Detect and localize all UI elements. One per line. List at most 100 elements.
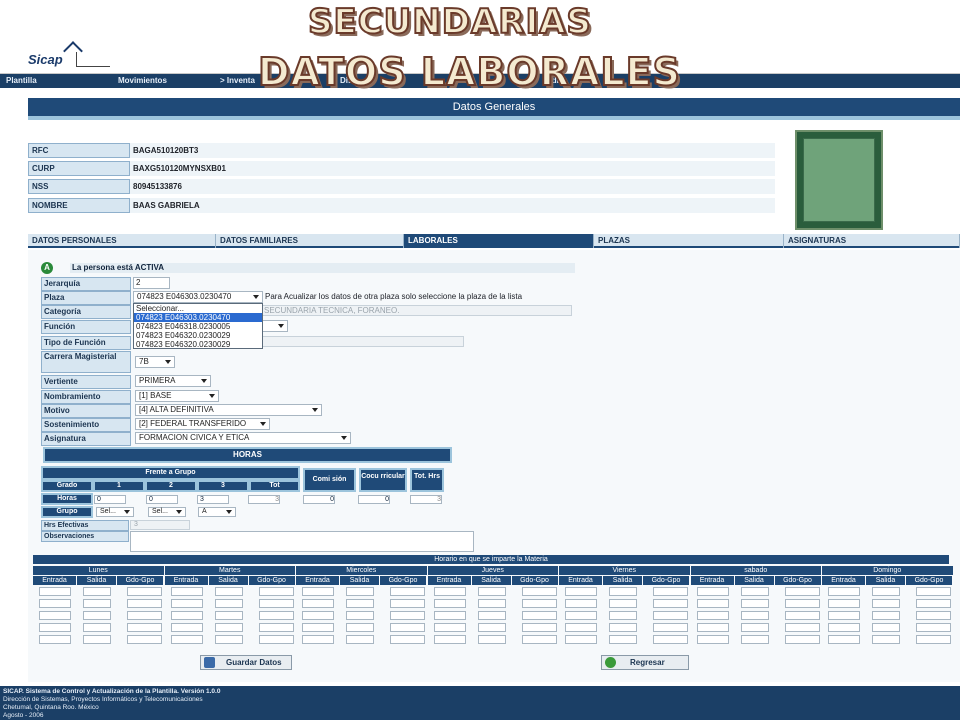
grupo-grado1-select[interactable]: Sel...	[96, 507, 134, 517]
schedule-cell-input[interactable]	[258, 587, 294, 596]
schedule-cell-input[interactable]	[521, 587, 557, 596]
schedule-cell-input[interactable]	[565, 587, 597, 596]
schedule-cell-input[interactable]	[565, 611, 597, 620]
schedule-cell-input[interactable]	[477, 599, 506, 608]
schedule-cell-input[interactable]	[346, 635, 374, 644]
schedule-cell-input[interactable]	[609, 635, 637, 644]
horas-grado3-input[interactable]: 3	[197, 495, 229, 504]
schedule-cell-input[interactable]	[390, 587, 425, 596]
plaza-option[interactable]: 074823 E046320.0230029	[134, 331, 262, 340]
schedule-cell-input[interactable]	[83, 599, 111, 608]
schedule-cell-input[interactable]	[302, 623, 334, 632]
schedule-cell-input[interactable]	[477, 623, 506, 632]
schedule-cell-input[interactable]	[696, 623, 729, 632]
jerarquia-input[interactable]: 2	[133, 277, 170, 289]
schedule-cell-input[interactable]	[170, 587, 203, 596]
schedule-cell-input[interactable]	[83, 587, 111, 596]
schedule-cell-input[interactable]	[433, 587, 466, 596]
tab-asignaturas[interactable]: ASIGNATURAS	[784, 234, 960, 248]
schedule-cell-input[interactable]	[521, 611, 557, 620]
schedule-cell-input[interactable]	[127, 599, 162, 608]
schedule-cell-input[interactable]	[653, 599, 688, 608]
schedule-cell-input[interactable]	[872, 623, 900, 632]
schedule-cell-input[interactable]	[872, 587, 900, 596]
nav-inventarios[interactable]: > Inventa	[220, 76, 255, 85]
schedule-cell-input[interactable]	[872, 635, 900, 644]
schedule-cell-input[interactable]	[653, 587, 688, 596]
schedule-cell-input[interactable]	[916, 635, 951, 644]
schedule-cell-input[interactable]	[302, 635, 334, 644]
tab-laborales[interactable]: LABORALES	[404, 234, 594, 248]
schedule-cell-input[interactable]	[653, 611, 688, 620]
schedule-cell-input[interactable]	[214, 635, 243, 644]
schedule-cell-input[interactable]	[346, 587, 374, 596]
schedule-cell-input[interactable]	[170, 635, 203, 644]
schedule-cell-input[interactable]	[39, 587, 71, 596]
grupo-grado3-select[interactable]: A	[198, 507, 236, 517]
schedule-cell-input[interactable]	[433, 635, 466, 644]
schedule-cell-input[interactable]	[302, 587, 334, 596]
schedule-cell-input[interactable]	[521, 635, 557, 644]
schedule-cell-input[interactable]	[390, 623, 425, 632]
schedule-cell-input[interactable]	[828, 635, 860, 644]
schedule-cell-input[interactable]	[740, 587, 769, 596]
schedule-cell-input[interactable]	[740, 635, 769, 644]
schedule-cell-input[interactable]	[258, 623, 294, 632]
schedule-cell-input[interactable]	[521, 623, 557, 632]
schedule-cell-input[interactable]	[39, 599, 71, 608]
schedule-cell-input[interactable]	[83, 611, 111, 620]
schedule-cell-input[interactable]	[521, 599, 557, 608]
schedule-cell-input[interactable]	[696, 599, 729, 608]
schedule-cell-input[interactable]	[916, 623, 951, 632]
schedule-cell-input[interactable]	[127, 635, 162, 644]
schedule-cell-input[interactable]	[170, 623, 203, 632]
schedule-cell-input[interactable]	[170, 611, 203, 620]
schedule-cell-input[interactable]	[346, 599, 374, 608]
schedule-cell-input[interactable]	[390, 599, 425, 608]
schedule-cell-input[interactable]	[258, 599, 294, 608]
schedule-cell-input[interactable]	[477, 587, 506, 596]
schedule-cell-input[interactable]	[302, 599, 334, 608]
schedule-cell-input[interactable]	[784, 623, 820, 632]
schedule-cell-input[interactable]	[258, 611, 294, 620]
schedule-cell-input[interactable]	[609, 587, 637, 596]
schedule-cell-input[interactable]	[214, 587, 243, 596]
schedule-cell-input[interactable]	[696, 587, 729, 596]
schedule-cell-input[interactable]	[433, 623, 466, 632]
tab-plazas[interactable]: PLAZAS	[594, 234, 784, 248]
nav-plantilla[interactable]: Plantilla	[6, 76, 37, 85]
schedule-cell-input[interactable]	[609, 599, 637, 608]
schedule-cell-input[interactable]	[127, 611, 162, 620]
nav-movimientos[interactable]: Movimientos	[118, 76, 167, 85]
schedule-cell-input[interactable]	[828, 623, 860, 632]
schedule-cell-input[interactable]	[828, 611, 860, 620]
schedule-cell-input[interactable]	[784, 635, 820, 644]
schedule-cell-input[interactable]	[653, 635, 688, 644]
schedule-cell-input[interactable]	[127, 623, 162, 632]
schedule-cell-input[interactable]	[872, 599, 900, 608]
schedule-cell-input[interactable]	[609, 623, 637, 632]
schedule-cell-input[interactable]	[477, 611, 506, 620]
back-button[interactable]: Regresar	[601, 655, 689, 670]
schedule-cell-input[interactable]	[828, 599, 860, 608]
horas-comision-input[interactable]: 0	[303, 495, 335, 504]
schedule-cell-input[interactable]	[433, 599, 466, 608]
vertiente-select[interactable]: PRIMERA	[135, 375, 211, 387]
schedule-cell-input[interactable]	[390, 635, 425, 644]
asignatura-select[interactable]: FORMACION CIVICA Y ETICA	[135, 432, 351, 444]
schedule-cell-input[interactable]	[214, 611, 243, 620]
schedule-cell-input[interactable]	[390, 611, 425, 620]
schedule-cell-input[interactable]	[653, 623, 688, 632]
schedule-cell-input[interactable]	[916, 587, 951, 596]
plaza-select[interactable]: 074823 E046303.0230470	[133, 291, 263, 303]
schedule-cell-input[interactable]	[346, 623, 374, 632]
schedule-cell-input[interactable]	[740, 599, 769, 608]
schedule-cell-input[interactable]	[740, 611, 769, 620]
schedule-cell-input[interactable]	[170, 599, 203, 608]
schedule-cell-input[interactable]	[784, 599, 820, 608]
schedule-cell-input[interactable]	[83, 623, 111, 632]
carrera-select[interactable]: 7B	[135, 356, 175, 368]
schedule-cell-input[interactable]	[127, 587, 162, 596]
schedule-cell-input[interactable]	[346, 611, 374, 620]
schedule-cell-input[interactable]	[83, 635, 111, 644]
